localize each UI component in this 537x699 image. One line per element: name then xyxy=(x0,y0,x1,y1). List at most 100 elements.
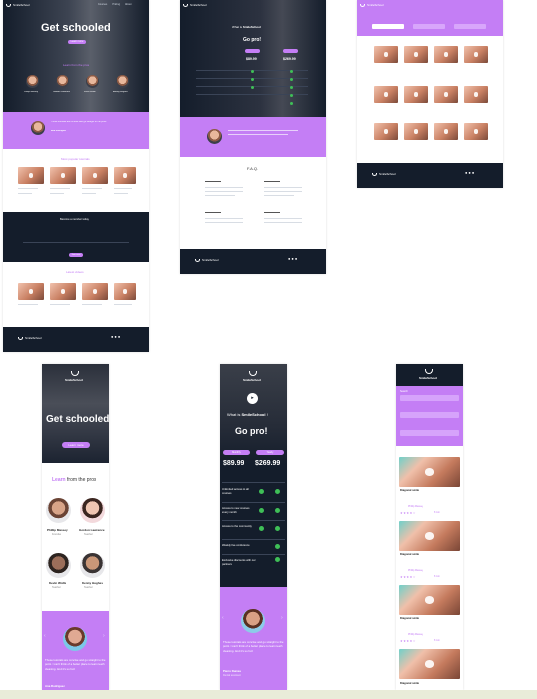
price-yearly: $269.99 xyxy=(283,57,296,61)
plan-yearly-button[interactable]: Yearly xyxy=(256,450,284,455)
feature-label: Unlimited access to all courses xyxy=(222,488,249,495)
instructor-name: Ashley Hughes xyxy=(113,91,128,93)
brand-logo[interactable]: SmileSchool xyxy=(360,3,384,7)
check-icon xyxy=(290,70,293,73)
rating-stars: ★★★★☆ xyxy=(400,511,416,515)
nav-link[interactable]: About xyxy=(125,3,132,6)
course-title: Diagonal smile xyxy=(400,553,419,556)
mobile-pricing-frame: SmileSchool ▸ What is SmileSchool ! Go p… xyxy=(220,364,287,690)
nav-link[interactable]: Courses xyxy=(98,3,107,6)
go-pro-title: Go pro! xyxy=(235,426,268,436)
learn-heading: Learn from the pros xyxy=(52,477,97,483)
instructor-avatar xyxy=(80,553,105,578)
faq-title: F.A.Q. xyxy=(247,166,259,171)
feature-label: Weekly live conference xyxy=(222,544,250,547)
tutorial-thumbnail[interactable] xyxy=(82,167,108,184)
carousel-prev-icon[interactable]: ‹ xyxy=(222,615,224,621)
courses-hero: SmileSchool xyxy=(357,0,503,36)
what-is-text: What is SmileSchool xyxy=(232,25,261,29)
pricing-hero: SmileSchool What is SmileSchool Go pro! … xyxy=(180,0,326,117)
quote-role: Dental assistant xyxy=(223,674,241,677)
sort-select[interactable] xyxy=(400,430,459,436)
tutorial-thumbnail[interactable] xyxy=(50,167,76,184)
brand-logo[interactable]: SmileSchool xyxy=(183,3,207,7)
smile-icon xyxy=(360,3,365,7)
course-title: Diagonal smile xyxy=(400,682,419,685)
membership-title: Become a member today xyxy=(60,218,89,221)
join-button[interactable]: Join now xyxy=(69,253,83,257)
instructor-name: Phillip Massey xyxy=(47,528,68,532)
hero-section: SmileSchool Courses Pricing About Get sc… xyxy=(3,0,149,112)
instructor-name: Kevin Wolfe xyxy=(84,91,96,93)
latest-title: Latest videos xyxy=(66,270,84,274)
plan-monthly[interactable] xyxy=(245,49,260,53)
rating-stars: ★★★★☆ xyxy=(400,575,416,579)
hero-learn-button[interactable]: Learn more xyxy=(62,442,90,448)
what-is-text: What is SmileSchool ! xyxy=(227,412,268,417)
hero-title: Get schooled xyxy=(41,22,111,34)
instructor-name: Kenny Hughes xyxy=(82,581,104,585)
plan-yearly[interactable] xyxy=(283,49,298,53)
quote-text: Those tutorials are concise and go strai… xyxy=(51,121,107,123)
rating-stars: ★★★★☆ xyxy=(400,639,416,643)
footer-logo[interactable]: SmileSchool xyxy=(18,336,42,340)
course-duration: 8 min xyxy=(434,639,440,642)
nav-link[interactable]: Pricing xyxy=(112,3,120,6)
social-icons[interactable]: ●●● xyxy=(111,334,121,339)
brand-name: SmileSchool xyxy=(243,378,262,382)
quote-avatar xyxy=(241,609,265,633)
quote-author: Pierre Dumas xyxy=(223,669,242,673)
search-label: Search xyxy=(400,390,408,393)
topic-select[interactable] xyxy=(400,412,459,418)
course-thumbnail[interactable] xyxy=(399,521,460,551)
quote-author: Ana Rodriguez xyxy=(51,130,67,132)
footer-logo[interactable]: SmileSchool xyxy=(372,172,396,176)
video-thumbnail[interactable] xyxy=(18,283,44,300)
course-thumbnail[interactable] xyxy=(399,585,460,615)
tutorial-thumbnail[interactable] xyxy=(114,167,136,184)
instructor-avatar xyxy=(46,553,71,578)
social-icons[interactable]: ●●● xyxy=(465,170,475,175)
mobile-quote: ‹ › Those tutorials are concise and go s… xyxy=(42,611,109,690)
go-pro-title: Go pro! xyxy=(243,37,262,43)
course-duration: 8 min xyxy=(434,575,440,578)
carousel-next-icon[interactable]: › xyxy=(281,615,283,621)
plan-monthly-button[interactable]: Monthly xyxy=(223,450,250,455)
check-icon xyxy=(251,86,254,89)
footer: SmileSchool ●●● xyxy=(357,163,503,188)
social-icons[interactable]: ●●● xyxy=(288,256,298,261)
quote-text: Those tutorials are concise and go strai… xyxy=(45,658,106,671)
course-thumbnail[interactable] xyxy=(399,457,460,487)
check-icon xyxy=(251,78,254,81)
play-icon[interactable]: ▸ xyxy=(247,393,258,404)
top-nav: Courses Pricing About xyxy=(98,3,132,6)
mobile-pricing-top: SmileSchool ▸ What is SmileSchool ! Go p… xyxy=(220,364,287,587)
smile-icon xyxy=(249,371,257,376)
course-title: Diagonal smile xyxy=(400,617,419,620)
video-thumbnail[interactable] xyxy=(114,283,136,300)
mobile-courses-frame: SmileSchool Search Diagonal smile Philli… xyxy=(396,364,463,690)
hero-learn-button[interactable]: Learn more xyxy=(68,40,86,44)
instructor-name: Gordon Lawrence xyxy=(79,528,105,532)
instructor-name: Gordon Lawrence xyxy=(53,91,71,93)
course-thumbnail[interactable] xyxy=(399,649,460,679)
course-author: Phillip Massey xyxy=(408,569,424,572)
carousel-next-icon[interactable]: › xyxy=(103,633,105,639)
video-thumbnail[interactable] xyxy=(50,283,76,300)
carousel-prev-icon[interactable]: ‹ xyxy=(44,633,46,639)
footer-logo[interactable]: SmileSchool xyxy=(195,258,219,262)
hero-subtitle: Learn from the pros xyxy=(63,63,90,67)
tutorial-thumbnail[interactable] xyxy=(18,167,44,184)
feature-label: Access to the community xyxy=(222,525,252,528)
brand-logo[interactable]: SmileSchool xyxy=(6,3,30,7)
instructor-name: Kevin Wolfe xyxy=(49,581,67,585)
instructor-avatar xyxy=(116,75,129,88)
mobile-pricing-quote: ‹ › Those tutorials are concise and go s… xyxy=(220,587,287,690)
price-monthly: $89.99 xyxy=(246,57,257,61)
search-input[interactable] xyxy=(400,395,459,401)
video-thumbnail[interactable] xyxy=(82,283,108,300)
feature-label: Access to new courses every month xyxy=(222,507,250,514)
check-icon xyxy=(251,70,254,73)
course-author: Phillip Massey xyxy=(408,505,424,508)
check-icon xyxy=(275,508,280,513)
